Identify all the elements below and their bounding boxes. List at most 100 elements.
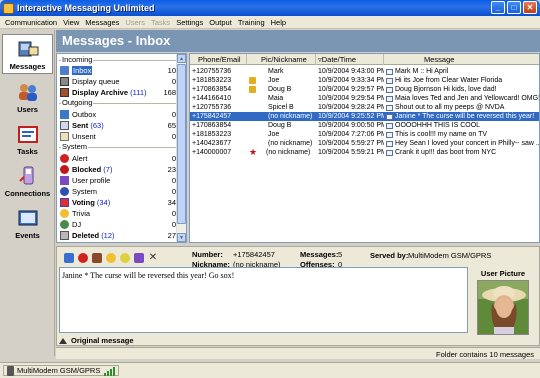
row-blank-icon: [249, 122, 256, 129]
served-by-value: MultiModem GSM/GPRS: [408, 251, 492, 260]
folder-inbox-count: 10: [167, 65, 176, 75]
minimize-button[interactable]: _: [491, 1, 505, 14]
expand-triangle-icon: [59, 337, 67, 344]
folder-dj-count: 0: [171, 219, 176, 229]
folder-alert[interactable]: Alert 0: [60, 153, 176, 163]
scroll-down-arrow-icon[interactable]: ▼: [177, 233, 186, 242]
delete-icon[interactable]: ✕: [148, 253, 158, 263]
folder-blocked-unread: (7): [103, 164, 113, 174]
table-row[interactable]: +170863854 Doug B 10/9/2004 9:29:57 PM D…: [190, 85, 539, 94]
page-title: Messages - Inbox: [62, 33, 171, 48]
row-nickname-cell: ★ (no nickname): [247, 148, 316, 157]
row-date: 10/9/2004 9:29:57 PM: [318, 86, 384, 93]
edit-icon[interactable]: [92, 253, 102, 263]
folder-display-archive[interactable]: Display Archive (111) 168: [60, 87, 176, 97]
folder-display-archive-count: 168: [163, 87, 176, 97]
nav-label-messages: Messages: [9, 62, 46, 71]
menu-users[interactable]: Users: [122, 18, 148, 27]
column-header-date[interactable]: ▿Date/Time: [316, 54, 384, 65]
blocked-icon: [60, 164, 69, 174]
table-row[interactable]: +140000007 ★ (no nickname) 10/9/2004 5:59…: [190, 148, 539, 157]
column-header-message[interactable]: Message: [384, 54, 539, 65]
row-nickname-cell: Joe: [247, 76, 316, 85]
voting-icon: [60, 197, 69, 207]
menu-view[interactable]: View: [60, 18, 82, 27]
folder-unsent[interactable]: Unsent 0: [60, 131, 176, 141]
folder-deleted-unread: (12): [101, 230, 115, 240]
folder-blocked[interactable]: Blocked (7) 23: [60, 164, 176, 174]
folder-user-profile-name: User profile: [72, 175, 111, 185]
original-message-toggle[interactable]: Original message: [59, 336, 134, 345]
folder-inbox[interactable]: Inbox 10: [60, 65, 176, 75]
title-bar: Interactive Messaging Unlimited _ □ ✕: [0, 0, 540, 16]
folder-user-profile[interactable]: User profile 0: [60, 175, 176, 185]
row-blank-icon: [249, 113, 256, 120]
table-row[interactable]: +140423677 (no nickname) 10/9/2004 5:59:…: [190, 139, 540, 148]
modem-status[interactable]: MultiModem GSM/GPRS: [3, 365, 120, 376]
row-message-cell: Hey Sean I loved your concert in Philly-…: [384, 139, 540, 148]
scrollbar-thumb[interactable]: [177, 64, 186, 224]
table-row-selected[interactable]: +175842457 (no nickname) 10/9/2004 9:25:…: [190, 112, 539, 121]
row-date: 10/9/2004 9:00:50 PM: [318, 122, 384, 129]
maximize-button[interactable]: □: [507, 1, 521, 14]
row-phone: +120755736: [192, 68, 232, 75]
row-message-cell: Mark M :: Hi April: [384, 67, 539, 76]
row-message: Shout out to all my peeps @ NVDA: [395, 104, 505, 111]
table-row[interactable]: +170863854 Doug B 10/9/2004 9:00:50 PM O…: [190, 121, 539, 130]
row-date: 10/9/2004 5:59:27 PM: [318, 140, 384, 147]
folder-sent-unread: (63): [90, 120, 104, 130]
folder-display-queue-name: Display queue: [72, 76, 120, 86]
nav-connections[interactable]: Connections: [2, 160, 53, 200]
nav-users[interactable]: Users: [2, 76, 53, 116]
folder-blocked-name: Blocked: [72, 164, 102, 174]
menu-tasks[interactable]: Tasks: [148, 18, 173, 27]
folder-voting[interactable]: Voting (34) 34: [60, 197, 176, 207]
folder-sent[interactable]: Sent (63) 65: [60, 120, 176, 130]
menu-settings[interactable]: Settings: [173, 18, 206, 27]
row-nickname-cell: Mark: [247, 67, 316, 76]
folder-trivia[interactable]: Trivia 0: [60, 208, 176, 218]
close-button[interactable]: ✕: [523, 1, 537, 14]
user-profile-icon: [60, 175, 69, 185]
table-row[interactable]: +120755736 Mark 10/9/2004 9:43:00 PM Mar…: [190, 67, 539, 76]
menu-help[interactable]: Help: [268, 18, 289, 27]
menu-training[interactable]: Training: [235, 18, 268, 27]
served-by-label: Served by:: [370, 251, 409, 260]
modem-icon: [7, 365, 14, 376]
table-row[interactable]: +181853223 Joe 10/9/2004 7:27:06 PM This…: [190, 130, 539, 139]
folder-dj[interactable]: DJ 0: [60, 219, 176, 229]
table-row[interactable]: +120755736 Spicel B 10/9/2004 9:28:24 PM…: [190, 103, 539, 112]
folder-inbox-name: Inbox: [72, 65, 93, 75]
nav-messages[interactable]: Messages: [2, 34, 53, 74]
row-message: Hey Sean I loved your concert in Philly-…: [395, 140, 540, 147]
folder-display-queue[interactable]: Display queue 0: [60, 76, 176, 86]
column-header-nickname[interactable]: Pic/Nickname: [247, 54, 316, 65]
menu-messages[interactable]: Messages: [82, 18, 122, 27]
menu-output[interactable]: Output: [206, 18, 235, 27]
table-row[interactable]: +181853223 Joe 10/9/2004 9:33:34 PM Hi i…: [190, 76, 539, 85]
number-label: Number:: [192, 250, 223, 259]
inbox-icon: [60, 65, 69, 75]
connections-icon: [17, 166, 39, 186]
smiley-icon[interactable]: [106, 253, 116, 263]
folder-outbox[interactable]: Outbox 0: [60, 109, 176, 119]
column-header-date-label: Date/Time: [321, 55, 357, 64]
folder-system[interactable]: System 0: [60, 186, 176, 196]
row-phone: +181853223: [192, 77, 232, 84]
block-icon[interactable]: [78, 253, 88, 263]
row-phone: +140423677: [192, 140, 232, 147]
folder-scrollbar[interactable]: ▲ ▼: [176, 54, 186, 242]
scroll-up-arrow-icon[interactable]: ▲: [177, 54, 186, 63]
column-header-phone[interactable]: Phone/Email: [190, 54, 247, 65]
folder-dj-name: DJ: [72, 219, 82, 229]
table-row[interactable]: +144166410 Maia 10/9/2004 9:29:54 PM Mai…: [190, 94, 539, 103]
user-icon[interactable]: [134, 253, 144, 263]
menu-communication[interactable]: Communication: [2, 18, 60, 27]
message-text[interactable]: Janine * The curse will be reversed this…: [59, 267, 468, 333]
nav-events[interactable]: Events: [2, 202, 53, 242]
tasks-icon: [17, 124, 39, 144]
nav-tasks[interactable]: Tasks: [2, 118, 53, 158]
folder-deleted[interactable]: Deleted (12) 27: [60, 230, 176, 240]
display-icon[interactable]: [64, 253, 74, 263]
reply-icon[interactable]: [120, 253, 130, 263]
